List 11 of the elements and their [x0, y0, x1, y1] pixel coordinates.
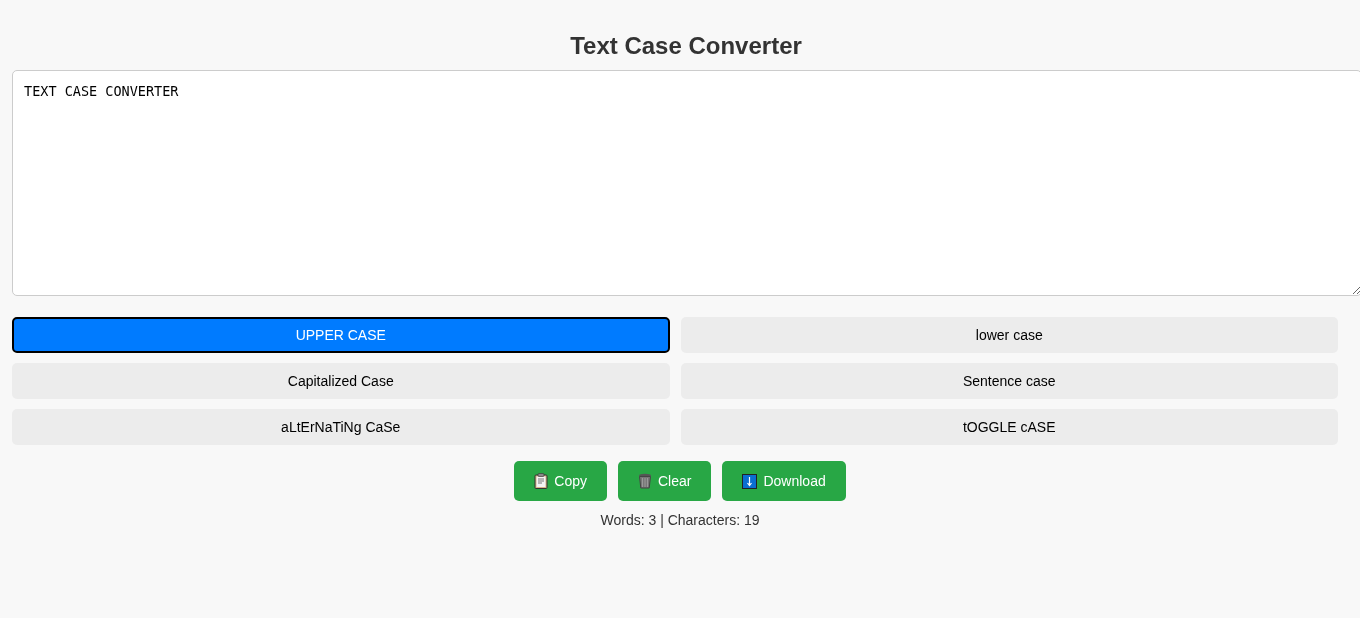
case-button[interactable]: lower case	[680, 317, 1338, 353]
case-button[interactable]: tOGGLE cASE	[680, 409, 1338, 445]
case-button[interactable]: Capitalized Case	[12, 363, 670, 399]
text-input-field[interactable]: TEXT CASE CONVERTER	[12, 70, 1360, 296]
page-title: Text Case Converter	[569, 32, 803, 60]
case-button[interactable]: aLtErNaTiNg CaSe	[12, 409, 670, 445]
case-button[interactable]: UPPER CASE	[12, 317, 670, 353]
trash-can-icon	[637, 473, 652, 489]
word-character-count: Words: 3 | Characters: 19	[599, 512, 761, 528]
case-button[interactable]: Sentence case	[680, 363, 1338, 399]
clipboard-icon	[534, 473, 549, 489]
